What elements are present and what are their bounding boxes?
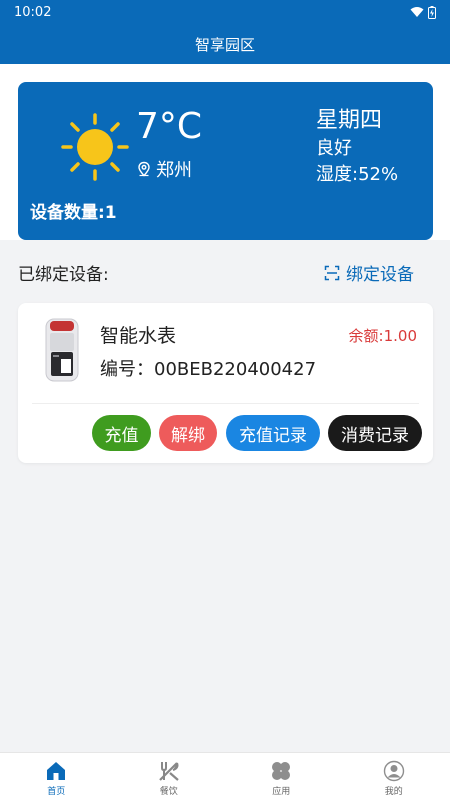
battery-icon bbox=[428, 5, 436, 19]
sun-icon bbox=[61, 113, 129, 181]
weather-card: 7°C 郑州 星期四 良好 湿度:52% 设备数量:1 bbox=[18, 82, 433, 240]
tab-label: 应用 bbox=[272, 787, 291, 797]
utensils-icon bbox=[158, 762, 179, 781]
status-icons bbox=[410, 5, 436, 19]
status-bar: 10:02 bbox=[0, 0, 450, 24]
bind-device-button[interactable]: 绑定设备 bbox=[324, 260, 414, 285]
temperature: 7°C bbox=[136, 106, 203, 147]
bound-devices-label: 已绑定设备: bbox=[18, 265, 109, 285]
bottom-tab-bar: 首页 餐饮 应用 我的 bbox=[0, 752, 450, 800]
device-number: 编号：00BEB220400427 bbox=[100, 359, 317, 380]
consumption-history-button[interactable]: 消费记录 bbox=[328, 415, 422, 451]
recharge-button[interactable]: 充值 bbox=[92, 415, 151, 451]
wifi-icon bbox=[410, 7, 424, 17]
divider bbox=[32, 403, 419, 404]
unbind-button[interactable]: 解绑 bbox=[159, 415, 217, 451]
scan-icon bbox=[324, 265, 340, 280]
tab-dining[interactable]: 餐饮 bbox=[113, 753, 226, 800]
tab-label: 我的 bbox=[384, 787, 403, 797]
air-quality: 良好 bbox=[316, 138, 352, 159]
device-card[interactable]: 智能水表 编号：00BEB220400427 余额:1.00 充值 解绑 充值记… bbox=[18, 303, 433, 463]
user-icon bbox=[383, 760, 404, 782]
weekday: 星期四 bbox=[316, 108, 383, 133]
tab-home[interactable]: 首页 bbox=[0, 753, 113, 800]
home-icon bbox=[47, 762, 66, 780]
app-header: 智享园区 bbox=[0, 24, 450, 64]
tab-apps[interactable]: 应用 bbox=[225, 753, 338, 800]
page-title: 智享园区 bbox=[194, 35, 255, 54]
location-pin-icon bbox=[138, 161, 150, 177]
tab-label: 首页 bbox=[47, 787, 66, 797]
device-balance: 余额:1.00 bbox=[348, 327, 417, 345]
device-name: 智能水表 bbox=[100, 325, 177, 347]
device-count: 设备数量:1 bbox=[30, 203, 117, 223]
bind-device-label: 绑定设备 bbox=[346, 265, 414, 285]
location: 郑州 bbox=[136, 156, 192, 182]
apps-icon bbox=[272, 762, 291, 780]
water-meter-image bbox=[45, 318, 79, 382]
status-time: 10:02 bbox=[14, 4, 52, 20]
tab-profile[interactable]: 我的 bbox=[338, 753, 450, 800]
tab-label: 餐饮 bbox=[159, 787, 178, 797]
recharge-history-button[interactable]: 充值记录 bbox=[226, 415, 320, 451]
humidity: 湿度:52% bbox=[316, 164, 399, 185]
city-name: 郑州 bbox=[156, 160, 192, 181]
